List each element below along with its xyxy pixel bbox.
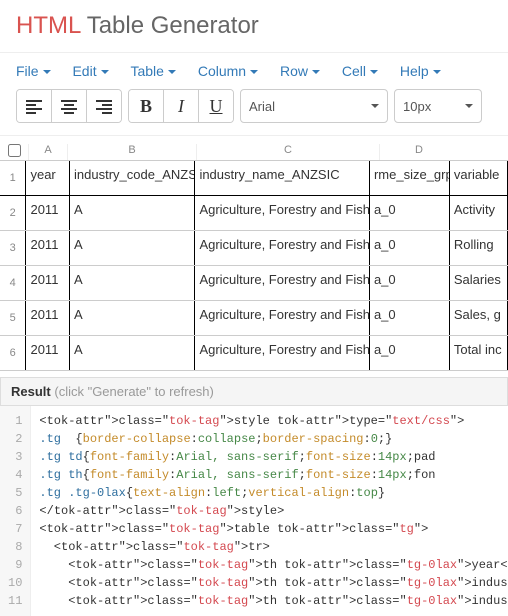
result-bar: Result (click "Generate" to refresh) bbox=[0, 377, 508, 406]
col-header-d[interactable]: D bbox=[379, 144, 458, 160]
bold-button[interactable]: B bbox=[129, 90, 164, 122]
toolbar: B I U Arial 10px bbox=[0, 89, 508, 136]
style-group: B I U bbox=[128, 89, 234, 123]
col-header-c[interactable]: C bbox=[196, 144, 379, 160]
align-center-button[interactable] bbox=[52, 90, 87, 122]
align-left-icon bbox=[26, 98, 42, 114]
select-all-cell[interactable] bbox=[0, 144, 28, 160]
row-number[interactable]: 3 bbox=[0, 231, 26, 265]
col-header-a[interactable]: A bbox=[28, 144, 67, 160]
cell[interactable]: Sales, g bbox=[450, 301, 508, 335]
cell[interactable]: 2011 bbox=[26, 196, 70, 230]
cell[interactable]: industry_name_ANZSIC bbox=[195, 161, 370, 195]
menu-file[interactable]: File bbox=[16, 63, 51, 79]
page-title: HTML Table Generator bbox=[0, 0, 508, 48]
title-part1: HTML bbox=[16, 12, 80, 39]
row-number[interactable]: 1 bbox=[0, 161, 26, 195]
row-number[interactable]: 2 bbox=[0, 196, 26, 230]
cell[interactable]: 2011 bbox=[26, 266, 70, 300]
menu-column[interactable]: Column bbox=[198, 63, 258, 79]
cell[interactable]: Activity bbox=[450, 196, 508, 230]
row-number[interactable]: 4 bbox=[0, 266, 26, 300]
font-size-value: 10px bbox=[403, 99, 431, 114]
chevron-down-icon bbox=[43, 70, 51, 74]
title-part2: Table Generator bbox=[80, 12, 258, 39]
chevron-down-icon bbox=[370, 70, 378, 74]
cell[interactable]: year bbox=[26, 161, 70, 195]
menubar: File Edit Table Column Row Cell Help bbox=[0, 63, 508, 89]
table-row: 22011AAgriculture, Forestry and Fishinga… bbox=[0, 196, 508, 231]
cell[interactable]: Agriculture, Forestry and Fishing bbox=[195, 266, 370, 300]
cell[interactable]: Total inc bbox=[450, 336, 508, 370]
table-row: 42011AAgriculture, Forestry and Fishinga… bbox=[0, 266, 508, 301]
chevron-down-icon bbox=[433, 70, 441, 74]
align-group bbox=[16, 89, 122, 123]
underline-button[interactable]: U bbox=[199, 90, 233, 122]
column-header-row: A B C D bbox=[0, 144, 508, 161]
cell[interactable]: a_0 bbox=[370, 231, 450, 265]
table-row: 1 year industry_code_ANZSIC industry_nam… bbox=[0, 161, 508, 196]
font-size-select[interactable]: 10px bbox=[394, 89, 482, 123]
chevron-down-icon bbox=[312, 70, 320, 74]
cell[interactable]: Agriculture, Forestry and Fishing bbox=[195, 231, 370, 265]
cell[interactable]: industry_code_ANZSIC bbox=[70, 161, 195, 195]
code-lines[interactable]: <tok-attr">class="tok-tag">style tok-att… bbox=[31, 406, 508, 616]
row-number[interactable]: 5 bbox=[0, 301, 26, 335]
cell[interactable]: 2011 bbox=[26, 301, 70, 335]
row-number[interactable]: 6 bbox=[0, 336, 26, 370]
chevron-down-icon bbox=[250, 70, 258, 74]
cell[interactable]: 2011 bbox=[26, 231, 70, 265]
align-left-button[interactable] bbox=[17, 90, 52, 122]
chevron-down-icon bbox=[465, 104, 473, 108]
cell[interactable]: A bbox=[70, 231, 195, 265]
cell[interactable]: rme_size_grp bbox=[370, 161, 450, 195]
menu-cell[interactable]: Cell bbox=[342, 63, 378, 79]
chevron-down-icon bbox=[101, 70, 109, 74]
italic-button[interactable]: I bbox=[164, 90, 199, 122]
cell[interactable]: A bbox=[70, 336, 195, 370]
menu-edit[interactable]: Edit bbox=[72, 63, 108, 79]
code-gutter: 1234567891011 bbox=[0, 406, 31, 616]
cell[interactable]: a_0 bbox=[370, 336, 450, 370]
result-label: Result bbox=[11, 384, 51, 399]
cell[interactable]: Agriculture, Forestry and Fishing bbox=[195, 196, 370, 230]
menu-row[interactable]: Row bbox=[280, 63, 320, 79]
font-family-value: Arial bbox=[249, 99, 275, 114]
result-hint: (click "Generate" to refresh) bbox=[54, 384, 214, 399]
align-right-icon bbox=[96, 98, 112, 114]
table-row: 52011AAgriculture, Forestry and Fishinga… bbox=[0, 301, 508, 336]
cell[interactable]: A bbox=[70, 266, 195, 300]
cell[interactable]: a_0 bbox=[370, 301, 450, 335]
select-all-checkbox[interactable] bbox=[8, 144, 21, 157]
cell[interactable]: a_0 bbox=[370, 196, 450, 230]
cell[interactable]: 2011 bbox=[26, 336, 70, 370]
code-preview: 1234567891011 <tok-attr">class="tok-tag"… bbox=[0, 406, 508, 616]
table-row: 62011AAgriculture, Forestry and Fishinga… bbox=[0, 336, 508, 371]
align-right-button[interactable] bbox=[87, 90, 121, 122]
table-row: 32011AAgriculture, Forestry and Fishinga… bbox=[0, 231, 508, 266]
menu-help[interactable]: Help bbox=[400, 63, 441, 79]
align-center-icon bbox=[61, 98, 77, 114]
chevron-down-icon bbox=[168, 70, 176, 74]
menu-table[interactable]: Table bbox=[130, 63, 175, 79]
cell[interactable]: A bbox=[70, 301, 195, 335]
cell[interactable]: Rolling bbox=[450, 231, 508, 265]
cell[interactable]: variable bbox=[450, 161, 508, 195]
cell[interactable]: Agriculture, Forestry and Fishing bbox=[195, 336, 370, 370]
divider bbox=[0, 52, 508, 53]
font-family-select[interactable]: Arial bbox=[240, 89, 388, 123]
spreadsheet: A B C D 1 year industry_code_ANZSIC indu… bbox=[0, 136, 508, 371]
cell[interactable]: A bbox=[70, 196, 195, 230]
chevron-down-icon bbox=[371, 104, 379, 108]
cell[interactable]: Agriculture, Forestry and Fishing bbox=[195, 301, 370, 335]
cell[interactable]: a_0 bbox=[370, 266, 450, 300]
cell[interactable]: Salaries bbox=[450, 266, 508, 300]
col-header-b[interactable]: B bbox=[67, 144, 196, 160]
